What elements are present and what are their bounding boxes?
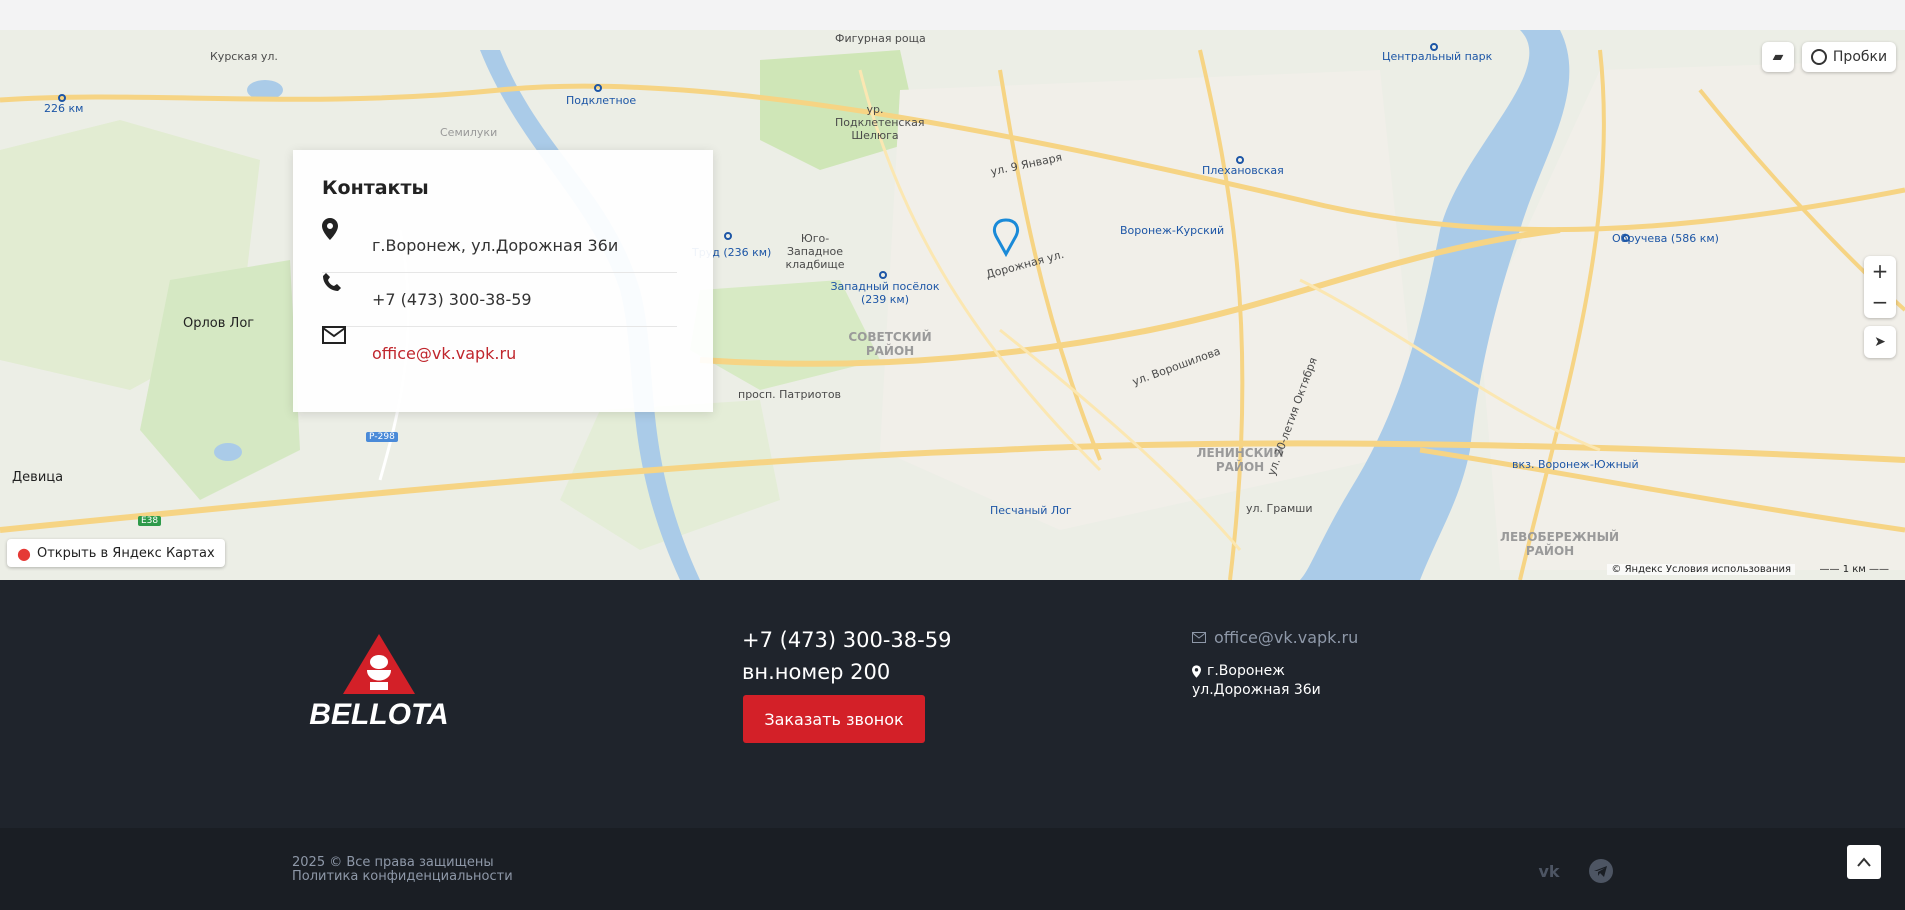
map-marker-icon	[322, 218, 338, 240]
map-label: вкз. Воронеж-Южный	[1512, 458, 1639, 471]
footer: BELLOTA +7 (473) 300-38-59 вн.номер 200 …	[0, 580, 1905, 828]
scroll-to-top-button[interactable]	[1847, 845, 1881, 879]
telegram-link[interactable]	[1588, 858, 1614, 884]
telegram-icon	[1589, 859, 1613, 883]
contact-address: г.Воронеж, ул.Дорожная 36и	[372, 235, 619, 255]
envelope-icon	[322, 326, 346, 344]
contact-phone-row: +7 (473) 300-38-59	[322, 272, 677, 327]
vk-link[interactable]: vk	[1536, 858, 1562, 884]
phone-icon	[323, 273, 341, 291]
footer-phone[interactable]: +7 (473) 300-38-59	[742, 628, 951, 652]
open-yandex-maps-label: Открыть в Яндекс Картах	[36, 545, 215, 561]
contact-email-link[interactable]: office@vk.vapk.ru	[372, 344, 516, 363]
footer-city: г.Воронеж	[1207, 663, 1285, 679]
privacy-policy-link[interactable]: Политика конфиденциальности	[292, 869, 513, 884]
contacts-card: Контакты г.Воронеж, ул.Дорожная 36и +7 (…	[293, 150, 713, 412]
zoom-in-button[interactable]: +	[1872, 256, 1889, 287]
logo-text: BELLOTA	[309, 698, 448, 728]
copyright-text: 2025 © Все права защищены	[292, 855, 494, 870]
zoom-out-button[interactable]: −	[1872, 287, 1889, 318]
map-pin-icon: ●	[17, 543, 31, 563]
zoom-control[interactable]: + −	[1864, 256, 1896, 318]
map-label: Курская ул.	[210, 50, 278, 63]
navigation-arrow-icon: ➤	[1874, 334, 1886, 350]
map-scale-label: 1 км	[1842, 564, 1866, 575]
map-label: Обручева (586 км)	[1612, 232, 1719, 245]
traffic-button[interactable]: Пробки	[1802, 42, 1896, 72]
map-marker-icon	[1192, 665, 1201, 678]
map-label: СОВЕТСКИЙ РАЙОН	[848, 330, 932, 358]
vk-icon: vk	[1538, 862, 1559, 881]
footer-address: г.Воронеж ул.Дорожная 36и	[1192, 662, 1321, 700]
map-label: ул. Грамши	[1246, 502, 1313, 515]
map-label: 226 км	[44, 102, 84, 115]
chevron-up-icon	[1857, 857, 1871, 867]
map-label: ур. Подклетенская Шелюга	[835, 103, 925, 142]
map-label: Подклетное	[566, 94, 637, 107]
svg-text:vk: vk	[1538, 862, 1559, 881]
geolocation-button[interactable]: ➤	[1864, 326, 1896, 358]
bellota-logo-mark: BELLOTA	[309, 634, 449, 731]
bellota-logo[interactable]: BELLOTA	[309, 632, 449, 731]
map-label: Юго-Западное кладбище	[785, 232, 845, 271]
map-copyright[interactable]: © Яндекс Условия использования	[1607, 564, 1795, 575]
map-label: Девица	[12, 470, 64, 485]
ruler-icon: ▰	[1772, 49, 1784, 65]
contact-email-row: office@vk.vapk.ru	[322, 326, 677, 380]
map-label: Воронеж-Курский	[1120, 224, 1225, 237]
map-label: Западный посёлок (239 км)	[830, 280, 940, 306]
open-yandex-maps-link[interactable]: ● Открыть в Яндекс Картах	[7, 539, 225, 567]
map-label: Плехановская	[1202, 164, 1284, 177]
top-bar	[0, 0, 1905, 31]
order-call-button[interactable]: Заказать звонок	[743, 695, 925, 743]
contact-phone[interactable]: +7 (473) 300-38-59	[372, 290, 532, 309]
map-label: Песчаный Лог	[990, 504, 1072, 517]
road-badge: E38	[138, 516, 162, 526]
map-label: Центральный парк	[1382, 50, 1493, 63]
footer-phone-ext: вн.номер 200	[742, 660, 891, 684]
bottom-bar: 2025 © Все права защищены Политика конфи…	[0, 828, 1905, 910]
map-label: Фигурная роща	[835, 32, 926, 45]
map-label: ЛЕВОБЕРЕЖНЫЙ РАЙОН	[1500, 530, 1620, 558]
contacts-title: Контакты	[322, 177, 429, 199]
footer-email-link[interactable]: office@vk.vapk.ru	[1214, 628, 1358, 647]
map-scale: —— 1 км ——	[1819, 564, 1890, 575]
footer-email[interactable]: office@vk.vapk.ru	[1192, 628, 1358, 647]
map-label: Орлов Лог	[183, 316, 255, 331]
map-label: Семилуки	[440, 126, 498, 139]
map-label: просп. Патриотов	[738, 388, 842, 401]
map[interactable]: Курская ул. 226 км Подклетное Семилуки Ф…	[0, 30, 1905, 580]
envelope-icon	[1192, 632, 1206, 643]
traffic-label: Пробки	[1832, 49, 1888, 65]
map-canvas	[0, 30, 1905, 580]
traffic-icon	[1810, 49, 1827, 65]
contact-address-row: г.Воронеж, ул.Дорожная 36и	[322, 218, 677, 273]
footer-street: ул.Дорожная 36и	[1192, 682, 1321, 698]
road-badge: Р-298	[366, 432, 398, 442]
ruler-button[interactable]: ▰	[1762, 42, 1794, 72]
